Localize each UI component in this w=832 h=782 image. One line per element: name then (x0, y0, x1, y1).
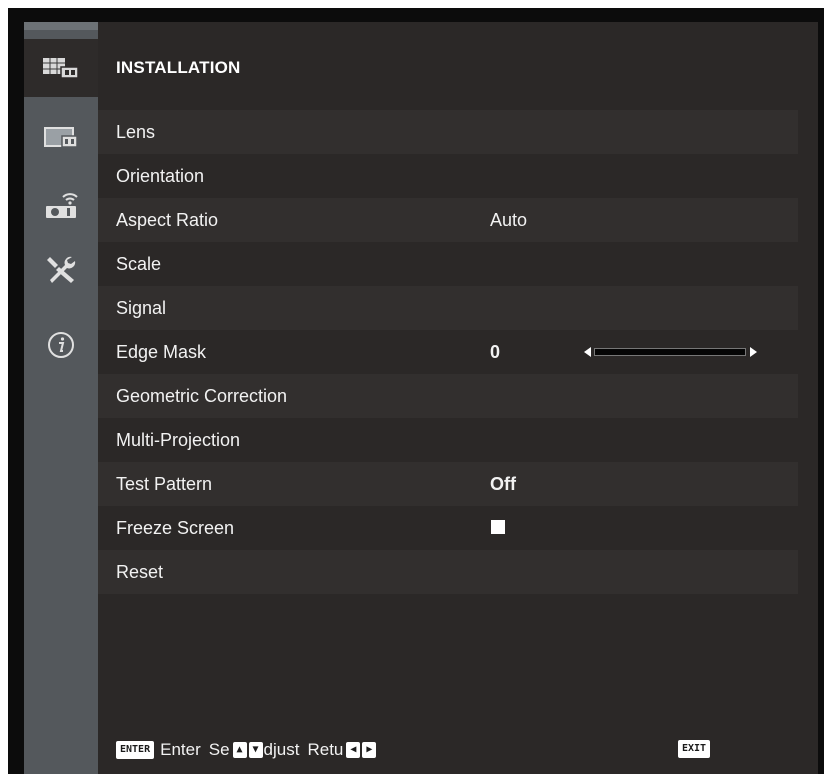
wrench-tools-icon (47, 256, 76, 283)
menu-item-label: Orientation (116, 166, 205, 186)
menu-item-label: Test Pattern (116, 474, 213, 494)
menu-item-label: Aspect Ratio (116, 210, 219, 230)
settings-list: Lens Orientation Aspect Ratio Auto Scale… (98, 110, 798, 594)
menu-item-label: Signal (116, 298, 167, 318)
enter-hint: Enter (160, 740, 201, 759)
exit-key-badge[interactable]: EXIT (678, 740, 711, 758)
down-key-icon: ▼ (248, 742, 263, 758)
menu-item-label: Geometric Correction (116, 386, 288, 406)
osd-menu-window: INSTALLATION Lens Orientation Aspect Rat… (24, 22, 818, 774)
sidebar-item-display[interactable] (24, 108, 98, 166)
info-icon (48, 332, 74, 358)
right-key-icon: ▶ (362, 742, 377, 758)
sidebar-item-info[interactable] (24, 316, 98, 374)
menu-item-reset[interactable]: Reset (98, 550, 798, 594)
left-key-icon: ◀ (346, 742, 361, 758)
menu-item-label: Freeze Screen (116, 518, 235, 538)
page-title: INSTALLATION (116, 58, 241, 77)
menu-item-freeze-screen[interactable]: Freeze Screen (98, 506, 798, 550)
slider-right-arrow-icon[interactable] (750, 347, 757, 357)
key-guide-footer: ENTER Enter Se ▲ ▼ djust Retu ◀ ▶ (116, 738, 377, 762)
menu-item-label: Multi-Projection (116, 430, 241, 450)
menu-item-geometric-correction[interactable]: Geometric Correction (98, 374, 798, 418)
menu-item-multi-projection[interactable]: Multi-Projection (98, 418, 798, 462)
menu-item-label: Edge Mask (116, 342, 207, 362)
menu-item-aspect-ratio[interactable]: Aspect Ratio Auto (98, 198, 798, 242)
test-pattern-value: Off (490, 474, 516, 494)
menu-item-label: Lens (116, 122, 156, 142)
return-hint: Retu (307, 740, 344, 759)
menu-item-label: Reset (116, 562, 164, 582)
slider-track[interactable] (594, 348, 746, 356)
select-hint: Se (208, 740, 230, 759)
menu-item-signal[interactable]: Signal (98, 286, 798, 330)
menu-item-scale[interactable]: Scale (98, 242, 798, 286)
edge-mask-slider[interactable] (584, 347, 760, 359)
adjust-hint: djust (263, 740, 300, 759)
slider-left-arrow-icon[interactable] (584, 347, 591, 357)
sidebar-item-installation[interactable] (24, 39, 98, 97)
menu-item-test-pattern[interactable]: Test Pattern Off (98, 462, 798, 506)
sidebar-item-network[interactable] (24, 175, 98, 233)
menu-item-orientation[interactable]: Orientation (98, 154, 798, 198)
display-icon (44, 127, 78, 148)
enter-key-badge: ENTER (116, 741, 155, 759)
aspect-ratio-value: Auto (490, 210, 528, 230)
menu-item-lens[interactable]: Lens (98, 110, 798, 154)
freeze-screen-checkbox[interactable] (491, 520, 505, 534)
menu-item-label: Scale (116, 254, 162, 274)
sidebar-item-setup[interactable] (24, 241, 98, 299)
category-sidebar (24, 22, 98, 774)
projector-network-icon (46, 193, 78, 218)
menu-item-edge-mask[interactable]: Edge Mask 0 (98, 330, 798, 374)
sidebar-top-bar (24, 22, 98, 30)
installation-grid-icon (43, 58, 79, 79)
edge-mask-value: 0 (490, 342, 501, 362)
up-key-icon: ▲ (232, 742, 247, 758)
